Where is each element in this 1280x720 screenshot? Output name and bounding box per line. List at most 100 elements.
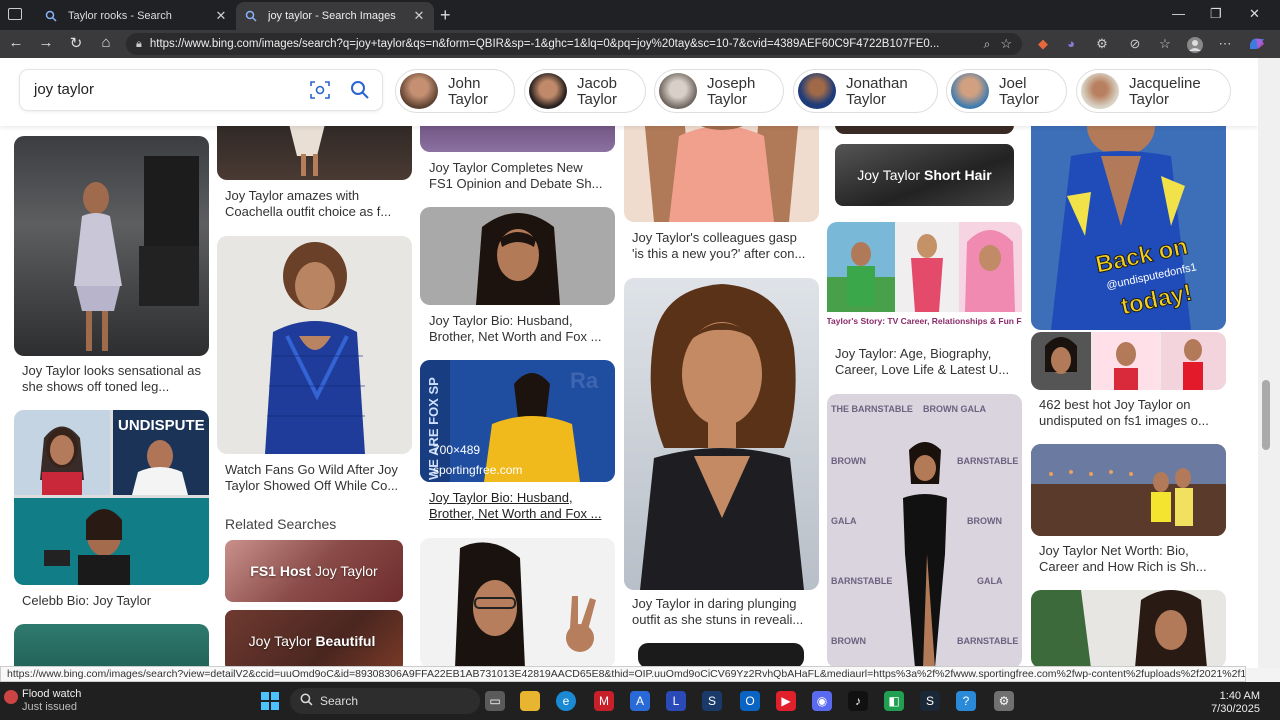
split-screen-icon[interactable]: ⊘ [1126, 36, 1144, 52]
outlook-icon[interactable]: O [740, 691, 760, 711]
extension-icon[interactable]: ◆ [1034, 36, 1052, 52]
weather-alert-icon[interactable] [4, 690, 18, 704]
visual-search-icon[interactable] [310, 81, 330, 104]
avatar [798, 73, 836, 109]
favorites-icon[interactable]: ☆ [1156, 36, 1174, 52]
discord-icon[interactable]: ◉ [812, 691, 832, 711]
edge-browser-icon[interactable]: e [556, 691, 576, 711]
app-l-icon[interactable]: L [666, 691, 686, 711]
tiktok-icon[interactable]: ♪ [848, 691, 868, 711]
close-window-icon[interactable]: ✕ [1249, 6, 1260, 22]
start-windows-icon[interactable] [260, 691, 280, 711]
result-image[interactable] [14, 136, 209, 356]
search-header: joy taylor John Taylor Jacob Taylor Jose… [0, 58, 1258, 126]
result-caption[interactable]: Joy Taylor Bio: Husband, Brother, Net Wo… [429, 490, 609, 524]
avatar [951, 73, 989, 109]
svg-text:BARNSTABLE: BARNSTABLE [957, 636, 1018, 646]
result-caption[interactable]: Joy Taylor looks sensational as she show… [22, 363, 202, 397]
close-tab-icon[interactable]: ✕ [214, 8, 228, 24]
file-explorer-icon[interactable] [520, 691, 540, 711]
steam-icon[interactable]: S [702, 691, 722, 711]
result-image[interactable] [1031, 590, 1226, 668]
minimize-icon[interactable]: — [1172, 6, 1185, 21]
related-person-john-taylor[interactable]: John Taylor [395, 69, 515, 113]
task-view-icon[interactable]: ▭ [485, 691, 505, 711]
related-search-short-hair[interactable]: Joy Taylor Short Hair [835, 144, 1014, 206]
refresh-icon[interactable]: ↻ [66, 34, 86, 52]
result-image[interactable] [420, 207, 615, 305]
clock-time: 1:40 AM [1219, 690, 1260, 702]
result-image[interactable] [420, 538, 615, 668]
result-caption[interactable]: Joy Taylor's colleagues gasp 'is this a … [632, 230, 812, 264]
mcafee-icon[interactable]: M [594, 691, 614, 711]
taskbar-search[interactable]: Search [290, 688, 480, 714]
tab-actions-icon[interactable] [8, 8, 22, 20]
settings-gear-icon[interactable]: ⚙ [994, 691, 1014, 711]
result-image[interactable]: UNDISPUTE [14, 410, 209, 585]
youtube-icon[interactable]: ▶ [776, 691, 796, 711]
related-person-jacob-taylor[interactable]: Jacob Taylor [524, 69, 646, 113]
search-box[interactable]: joy taylor [20, 70, 382, 110]
related-person-jonathan-taylor[interactable]: Jonathan Taylor [793, 69, 938, 113]
related-person-name: Jacob Taylor [577, 75, 618, 108]
more-menu-icon[interactable]: ⋯ [1216, 36, 1234, 52]
result-caption[interactable]: Joy Taylor Net Worth: Bio, Career and Ho… [1039, 543, 1219, 577]
svg-text:BROWN: BROWN [831, 636, 866, 646]
scrollbar-thumb[interactable] [1262, 380, 1270, 450]
result-image[interactable]: Joy Taylor's Story: TV Career, Relations… [827, 222, 1022, 338]
result-image[interactable] [14, 624, 209, 668]
related-person-name: Joel Taylor [999, 75, 1040, 108]
back-icon[interactable]: ← [6, 34, 26, 51]
weather-widget[interactable]: Flood watch Just issued [22, 688, 81, 714]
zoom-icon[interactable]: ⌕ [984, 37, 991, 52]
result-caption[interactable]: Joy Taylor: Age, Biography, Career, Love… [835, 346, 1015, 380]
related-person-jacqueline-taylor[interactable]: Jacqueline Taylor [1076, 69, 1231, 113]
result-caption[interactable]: Joy Taylor amazes with Coachella outfit … [225, 188, 405, 222]
extensions-icon[interactable]: ⚙ [1093, 36, 1111, 52]
story-caption: Joy Taylor's Story: TV Career, Relations… [827, 316, 1022, 326]
result-image[interactable] [1031, 444, 1226, 536]
home-icon[interactable]: ⌂ [96, 34, 116, 51]
related-person-joel-taylor[interactable]: Joel Taylor [946, 69, 1067, 113]
result-caption[interactable]: 462 best hot Joy Taylor on undisputed on… [1039, 397, 1219, 431]
svg-text:Ra: Ra [570, 368, 599, 393]
system-clock[interactable]: 1:40 AM 7/30/2025 [1200, 690, 1260, 716]
avatar [659, 73, 697, 109]
page-scrollbar[interactable] [1258, 58, 1280, 668]
favorite-star-icon[interactable]: ☆ [1000, 36, 1012, 52]
profile-avatar-icon[interactable] [1186, 36, 1204, 57]
related-search-fs1-host[interactable]: FS1 Host Joy Taylor [225, 540, 403, 602]
extension-icon[interactable]: ◕ [1062, 36, 1080, 51]
tab-taylor-rooks[interactable]: Taylor rooks - Search ✕ [36, 2, 236, 30]
result-image[interactable] [638, 643, 804, 668]
related-search-beautiful[interactable]: Joy Taylor Beautiful [225, 610, 403, 668]
copilot-icon[interactable] [1248, 36, 1266, 55]
steam-icon[interactable]: S [920, 691, 940, 711]
result-caption[interactable]: Celebb Bio: Joy Taylor [22, 593, 202, 609]
search-input[interactable]: joy taylor [34, 81, 94, 98]
close-tab-icon[interactable]: ✕ [412, 8, 426, 24]
maximize-icon[interactable]: ❐ [1210, 6, 1222, 22]
app-icon[interactable]: A [630, 691, 650, 711]
url-field[interactable]: 🔒︎ https://www.bing.com/images/search?q=… [126, 33, 1022, 55]
help-icon[interactable]: ? [956, 691, 976, 711]
result-image[interactable] [624, 278, 819, 590]
result-caption[interactable]: Joy Taylor in daring plunging outfit as … [632, 596, 812, 630]
search-icon [300, 693, 313, 709]
result-image[interactable] [217, 236, 412, 454]
search-icon[interactable] [350, 80, 370, 105]
result-image[interactable]: Back on @undisputedonfs1 today! [1031, 116, 1226, 330]
app-icon[interactable]: ◧ [884, 691, 904, 711]
tab-joy-taylor-images[interactable]: joy taylor - Search Images ✕ [236, 2, 434, 30]
result-caption[interactable]: Watch Fans Go Wild After Joy Taylor Show… [225, 462, 407, 496]
related-search-bold: FS1 Host [250, 563, 311, 579]
forward-icon[interactable]: → [36, 34, 56, 51]
image-source-domain[interactable]: sportingfree.com [433, 463, 522, 477]
new-tab-icon[interactable]: + [440, 5, 451, 26]
result-image[interactable] [624, 116, 819, 222]
result-caption[interactable]: Joy Taylor Completes New FS1 Opinion and… [429, 160, 609, 194]
related-person-joseph-taylor[interactable]: Joseph Taylor [654, 69, 784, 113]
result-caption[interactable]: Joy Taylor Bio: Husband, Brother, Net Wo… [429, 313, 609, 347]
result-image[interactable]: THE BARNSTABLE BROWN GALA BROWN BARNSTABLE… [827, 394, 1022, 668]
result-image[interactable] [1031, 332, 1226, 390]
